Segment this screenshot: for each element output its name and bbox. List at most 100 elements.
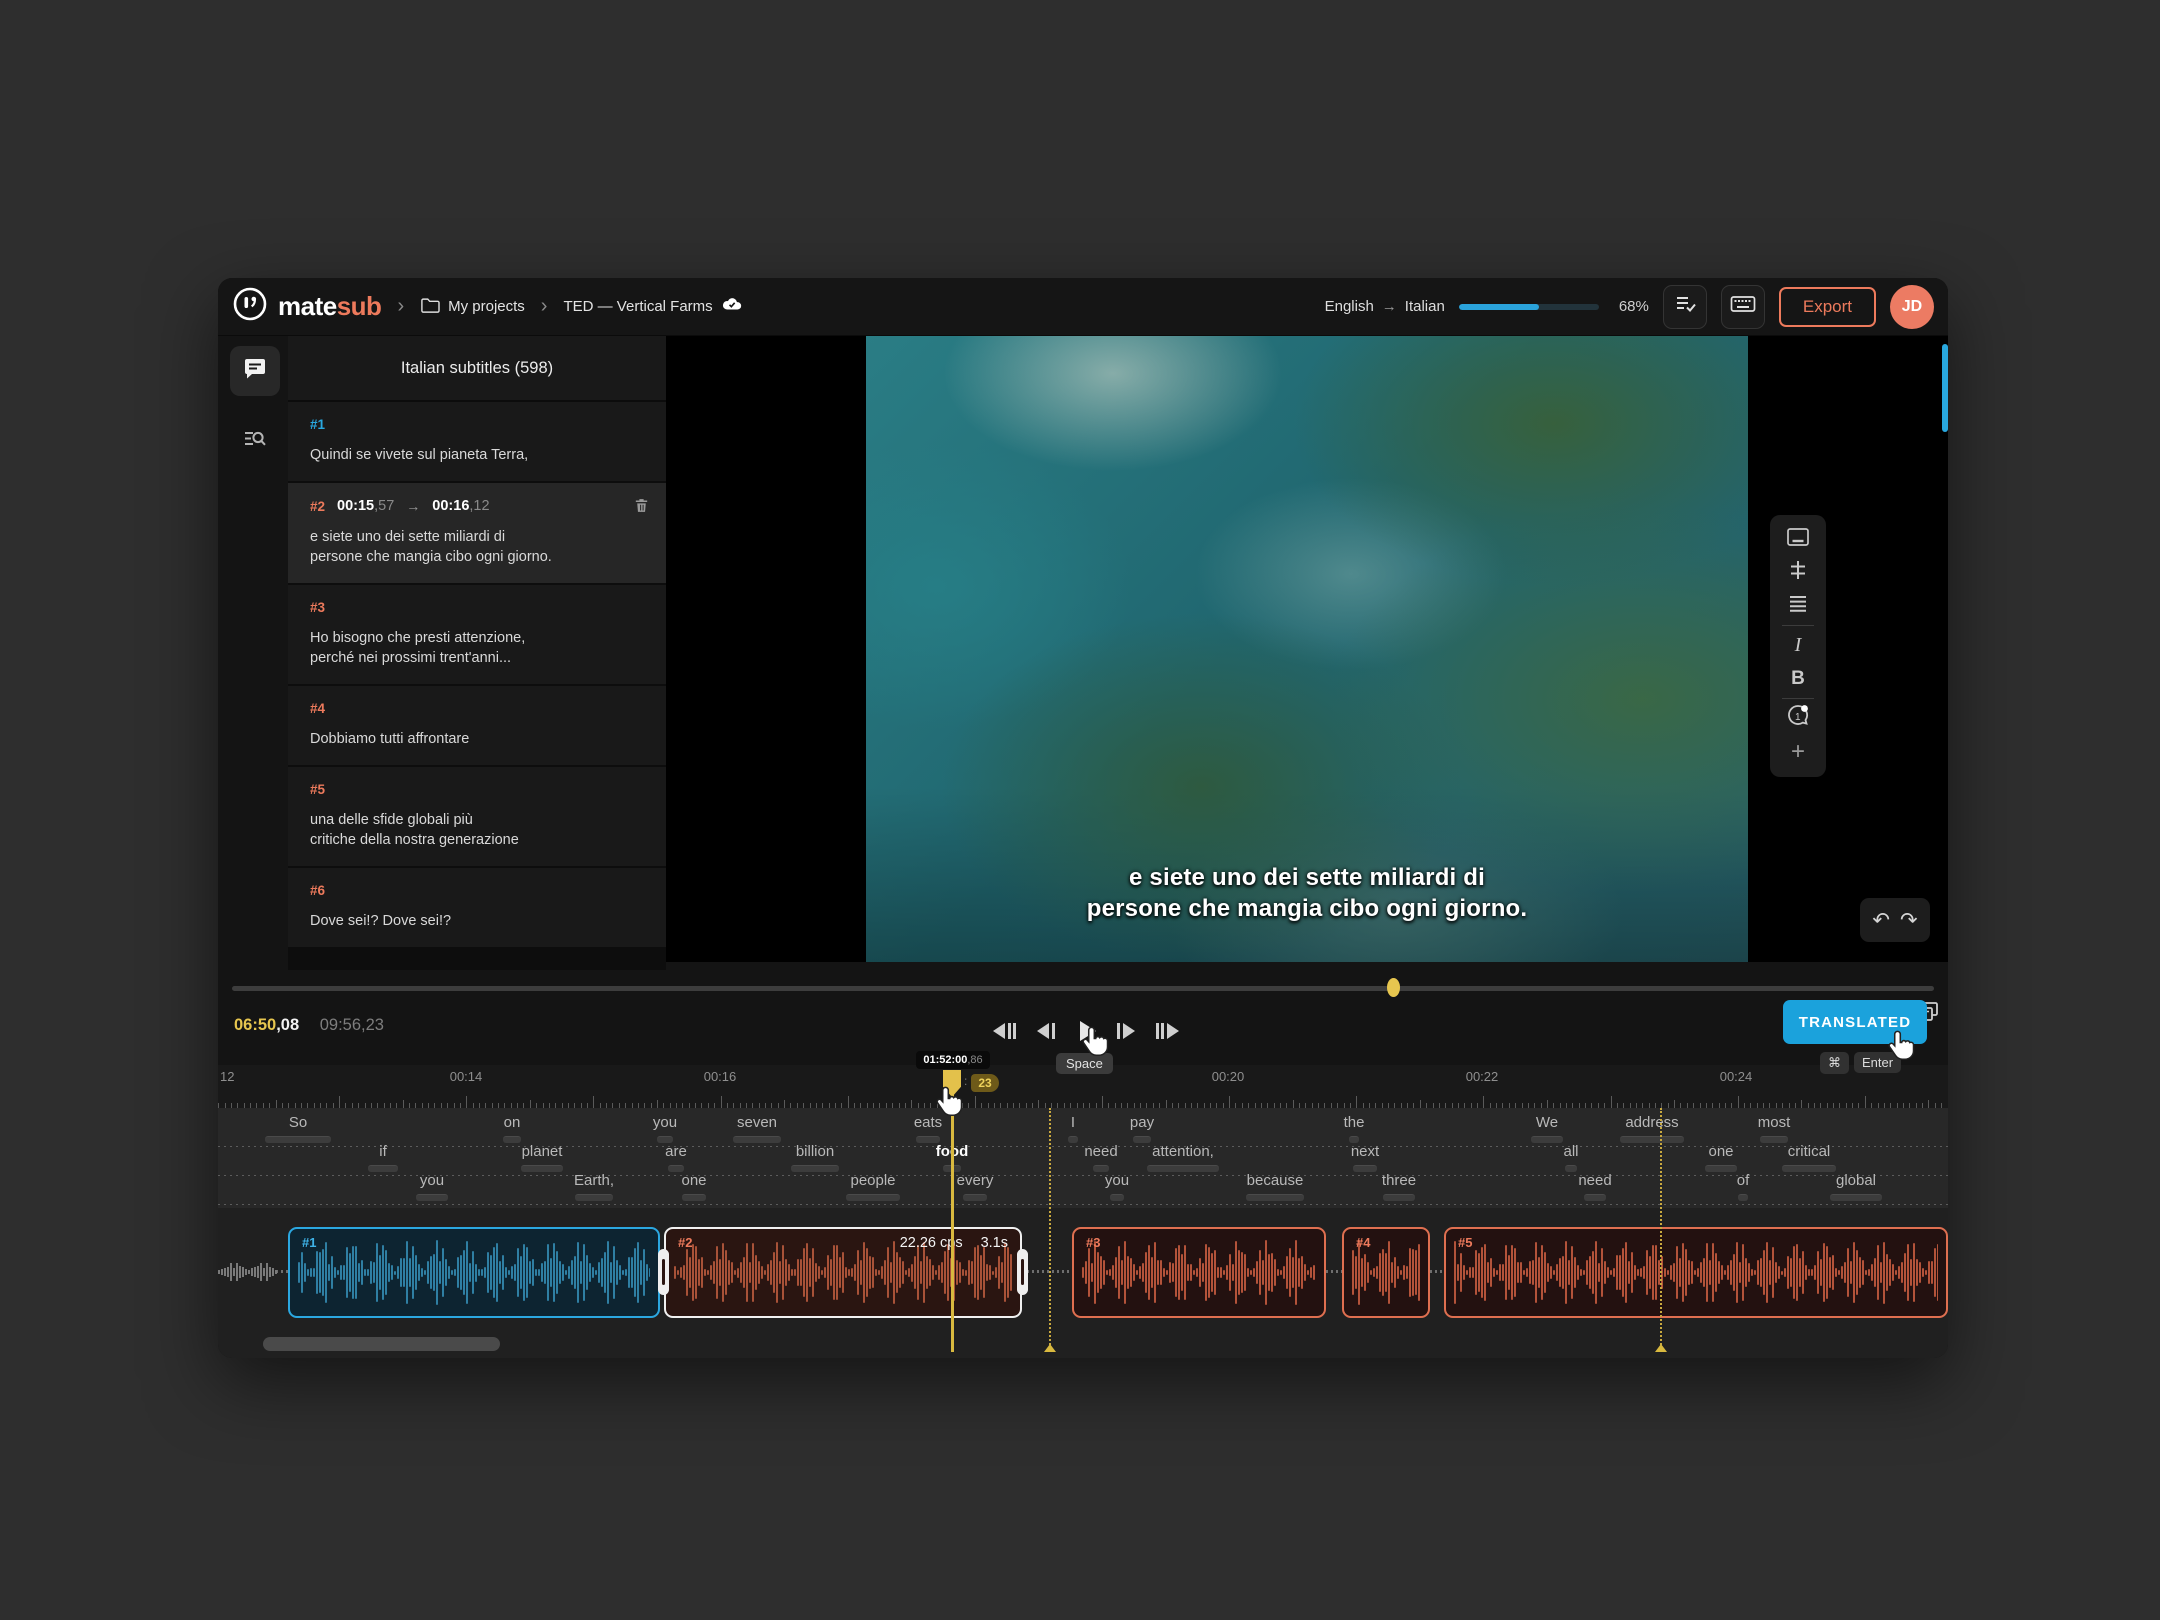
audio-clip-4[interactable]: #4 xyxy=(1342,1227,1430,1318)
word-duration-bar[interactable] xyxy=(1782,1165,1836,1172)
position-bottom-button[interactable] xyxy=(1778,523,1818,556)
subtitle-text-line[interactable]: persone che mangia cibo ogni giorno. xyxy=(310,547,646,567)
subtitle-list-tab[interactable] xyxy=(230,346,280,396)
word-duration-bar[interactable] xyxy=(1584,1194,1606,1201)
subtitle-item[interactable]: #200:15,57→00:16,12e siete uno dei sette… xyxy=(288,483,666,583)
word-duration-bar[interactable] xyxy=(1147,1165,1219,1172)
trash-icon[interactable] xyxy=(633,497,650,519)
word-duration-bar[interactable] xyxy=(1531,1136,1563,1143)
word-duration-bar[interactable] xyxy=(1133,1136,1151,1143)
word-duration-bar[interactable] xyxy=(521,1165,563,1172)
word-duration-bar[interactable] xyxy=(1620,1136,1684,1143)
undo-button[interactable]: ↶ xyxy=(1872,910,1890,931)
subtitle-boundary-marker[interactable] xyxy=(1049,1108,1051,1348)
bold-button[interactable]: B xyxy=(1778,662,1818,695)
word-duration-bar[interactable] xyxy=(963,1194,987,1201)
word-label: on xyxy=(504,1114,521,1131)
breadcrumb-my-projects[interactable]: My projects xyxy=(420,296,525,318)
subtitle-text-line[interactable]: critiche della nostra generazione xyxy=(310,830,646,850)
word-duration-bar[interactable] xyxy=(657,1136,673,1143)
frame-back-button[interactable] xyxy=(1033,1019,1059,1043)
export-button[interactable]: Export xyxy=(1779,287,1876,327)
subtitle-list-icon xyxy=(242,356,268,387)
audio-clip-5[interactable]: #5 xyxy=(1444,1227,1948,1318)
italic-button[interactable]: I xyxy=(1778,629,1818,662)
frame-forward-button[interactable] xyxy=(1113,1019,1139,1043)
word-duration-bar[interactable] xyxy=(1383,1194,1415,1201)
word-duration-bar[interactable] xyxy=(733,1136,781,1143)
word-duration-bar[interactable] xyxy=(1110,1194,1124,1201)
skip-forward-button[interactable] xyxy=(1153,1019,1183,1043)
word-duration-bar[interactable] xyxy=(416,1194,448,1201)
audio-clip-1[interactable]: #1 xyxy=(288,1227,660,1318)
word-duration-bar[interactable] xyxy=(575,1194,613,1201)
audio-clip-2[interactable]: #222.26 cps3.1s xyxy=(664,1227,1022,1318)
clip-gap-connector xyxy=(1326,1270,1342,1273)
subtitle-text-line[interactable]: Ho bisogno che presti attenzione, xyxy=(310,628,646,648)
svg-text:1: 1 xyxy=(1795,712,1801,723)
subtitle-text-line[interactable]: Quindi se vivete sul pianeta Terra, xyxy=(310,445,646,465)
seek-handle[interactable] xyxy=(1387,978,1400,997)
brand: matesub xyxy=(232,286,381,327)
ruler-tick xyxy=(593,1096,594,1108)
subtitle-text-line[interactable]: Dobbiamo tutti affrontare xyxy=(310,729,646,749)
subtitle-list-scrollbar[interactable] xyxy=(1942,344,1948,432)
word-duration-bar[interactable] xyxy=(791,1165,839,1172)
clip-trim-handle-left[interactable] xyxy=(658,1249,669,1295)
subtitle-time-start[interactable]: 00:15,57 xyxy=(337,498,394,514)
word-duration-bar[interactable] xyxy=(1353,1165,1377,1172)
subtitle-text-line[interactable]: Dove sei!? Dove sei!? xyxy=(310,911,646,931)
word-duration-bar[interactable] xyxy=(1246,1194,1304,1201)
ruler-time-label: 00:16 xyxy=(704,1069,737,1084)
word-duration-bar[interactable] xyxy=(1565,1165,1577,1172)
redo-button[interactable]: ↷ xyxy=(1900,910,1918,931)
subtitle-boundary-marker[interactable] xyxy=(1660,1108,1662,1348)
subtitle-item[interactable]: #4Dobbiamo tutti affrontare xyxy=(288,686,666,765)
subtitle-text-line[interactable]: una delle sfide globali più xyxy=(310,810,646,830)
subtitle-item[interactable]: #5una delle sfide globali piùcritiche de… xyxy=(288,767,666,866)
search-subtitles-tab[interactable] xyxy=(230,416,280,466)
breadcrumb-project-name[interactable]: TED — Vertical Farms xyxy=(563,296,742,318)
word-duration-bar[interactable] xyxy=(368,1165,398,1172)
clip-duration: 3.1s xyxy=(981,1235,1008,1251)
subtitle-time-end[interactable]: 00:16,12 xyxy=(432,498,489,514)
word-label: most xyxy=(1758,1114,1791,1131)
align-vertical-button[interactable] xyxy=(1778,556,1818,589)
word-duration-bar[interactable] xyxy=(846,1194,900,1201)
word-duration-bar[interactable] xyxy=(1830,1194,1882,1201)
word-duration-bar[interactable] xyxy=(1760,1136,1788,1143)
word-duration-bar[interactable] xyxy=(265,1136,331,1143)
word-duration-bar[interactable] xyxy=(1068,1136,1078,1143)
align-vertical-icon xyxy=(1786,559,1810,586)
word-duration-bar[interactable] xyxy=(1705,1165,1737,1172)
subtitle-item[interactable]: #1Quindi se vivete sul pianeta Terra, xyxy=(288,402,666,481)
text-lines-button[interactable] xyxy=(1778,589,1818,622)
add-style-button[interactable]: + xyxy=(1778,735,1818,768)
video-player-area[interactable]: e siete uno dei sette miliardi di person… xyxy=(666,336,1948,962)
word-duration-bar[interactable] xyxy=(916,1136,940,1143)
clip-number: #3 xyxy=(1086,1235,1100,1250)
clip-stats: 22.26 cps3.1s xyxy=(900,1235,1008,1251)
audio-clip-3[interactable]: #3 xyxy=(1072,1227,1326,1318)
keyboard-shortcuts-button[interactable] xyxy=(1721,285,1765,329)
video-seek-bar[interactable] xyxy=(232,986,1934,991)
word-duration-bar[interactable] xyxy=(1349,1136,1359,1143)
subtitle-item[interactable]: #6Dove sei!? Dove sei!? xyxy=(288,868,666,947)
word-duration-bar[interactable] xyxy=(1738,1194,1748,1201)
word-duration-bar[interactable] xyxy=(682,1194,706,1201)
comments-button[interactable]: 1 xyxy=(1778,702,1818,735)
word-duration-bar[interactable] xyxy=(503,1136,521,1143)
clip-trim-handle-right[interactable] xyxy=(1017,1249,1028,1295)
subtitle-item[interactable]: #3Ho bisogno che presti attenzione,perch… xyxy=(288,585,666,684)
translation-progress-percent: 68% xyxy=(1619,298,1649,315)
validation-list-icon xyxy=(1673,292,1697,321)
word-duration-bar[interactable] xyxy=(668,1165,684,1172)
skip-back-button[interactable] xyxy=(989,1019,1019,1043)
avatar[interactable]: JD xyxy=(1890,285,1934,329)
timeline-scrollbar[interactable] xyxy=(263,1337,500,1351)
subtitle-text-line[interactable]: e siete uno dei sette miliardi di xyxy=(310,527,646,547)
subtitle-text-line[interactable]: perché nei prossimi trent'anni... xyxy=(310,648,646,668)
translation-progress-fill xyxy=(1459,304,1539,310)
validation-list-button[interactable] xyxy=(1663,285,1707,329)
word-duration-bar[interactable] xyxy=(1093,1165,1109,1172)
